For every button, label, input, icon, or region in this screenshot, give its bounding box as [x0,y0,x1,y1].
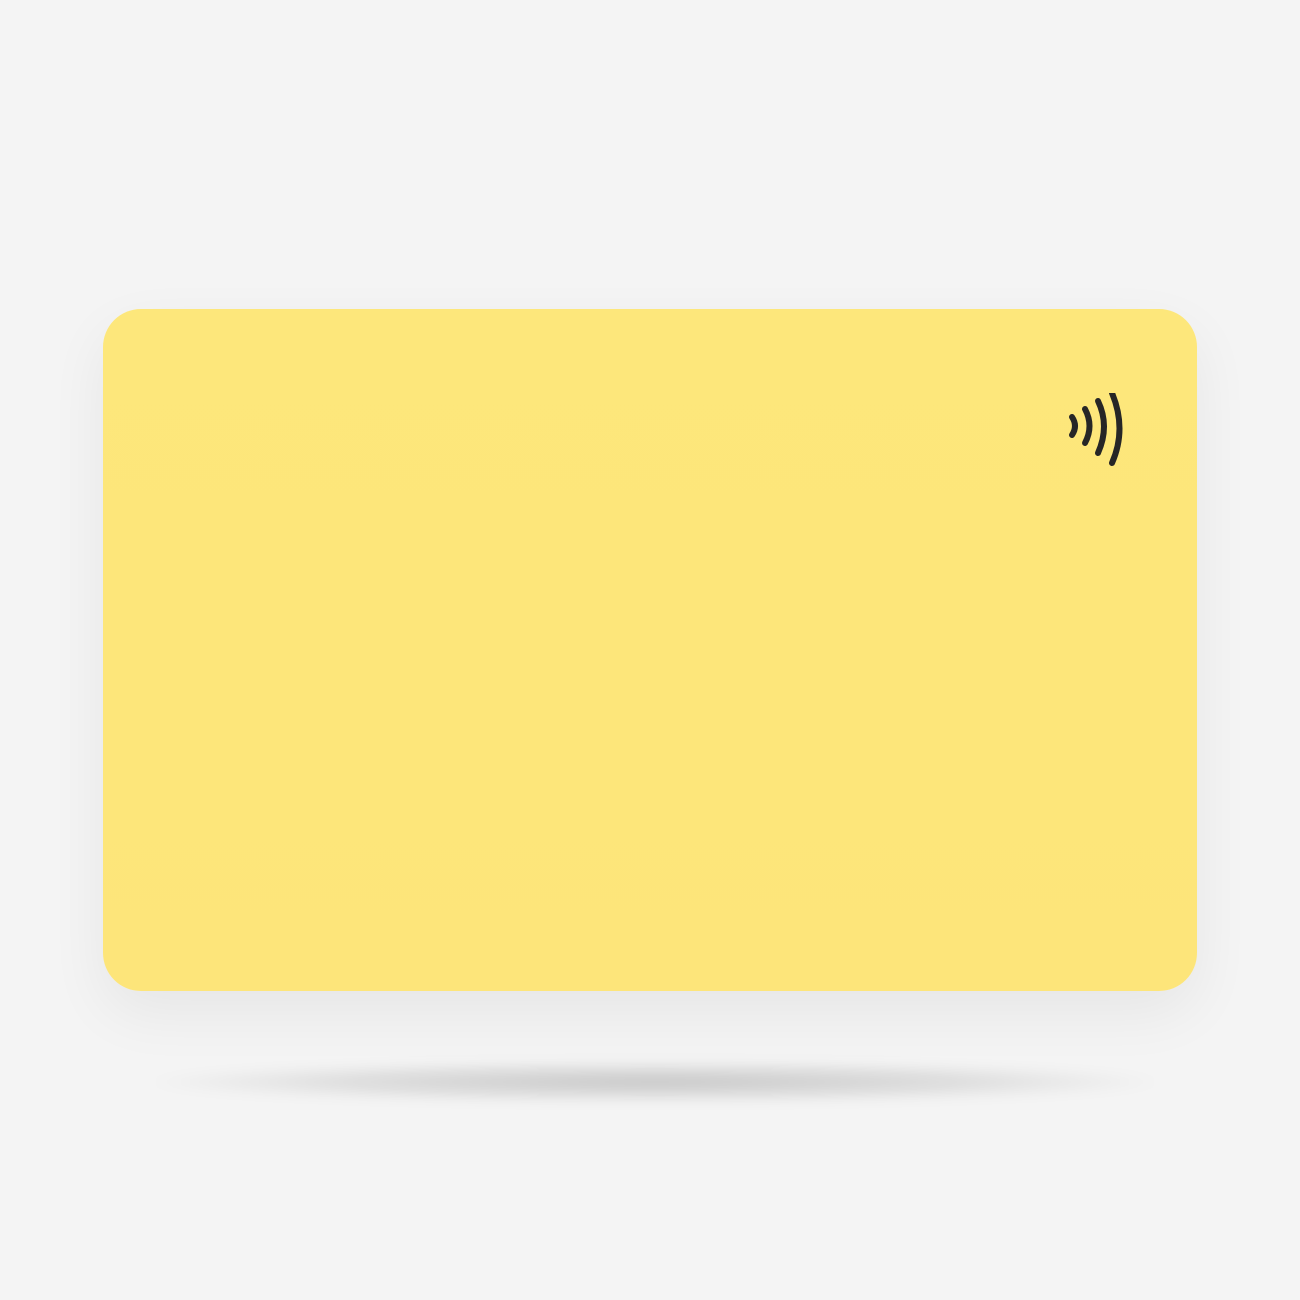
scene-background [0,0,1300,1300]
payment-card [103,309,1197,991]
card-floor-shadow [150,1062,1160,1102]
contactless-icon [1065,393,1133,469]
